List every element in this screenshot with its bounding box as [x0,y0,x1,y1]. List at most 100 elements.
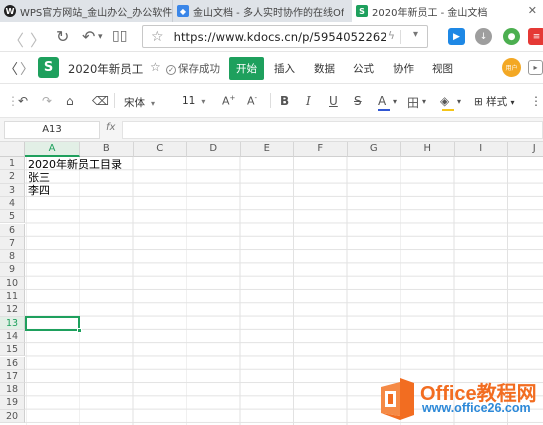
chevron-down-icon[interactable]: ▾ [393,97,397,106]
table-icon: ⊞ [474,96,483,108]
row-header-12[interactable]: 12 [0,303,25,317]
menu-formula[interactable]: 公式 [353,61,374,76]
fill-color-icon[interactable]: ◈ [440,94,449,108]
url-field[interactable]: ☆ https://www.kdocs.cn/p/59540522623?frc… [142,25,428,48]
row-header-18[interactable]: 18 [0,383,25,397]
refresh-icon[interactable]: ↻ [56,27,69,46]
row-header-8[interactable]: 8 [0,250,25,264]
row-header-14[interactable]: 14 [0,329,25,344]
redo-icon[interactable]: ↷ [42,94,52,108]
row-header-4[interactable]: 4 [0,196,25,211]
play-extension-icon[interactable]: ▶ [448,28,465,45]
row-header-11[interactable]: 11 [0,290,25,304]
forward-icon[interactable]: 〉 [30,27,46,51]
menu-data[interactable]: 数据 [314,61,335,76]
menu-home[interactable]: 开始 [229,57,264,80]
column-header-h[interactable]: H [401,142,455,157]
cell-a1[interactable]: 2020年新员工目录 [28,158,122,171]
row-header-10[interactable]: 10 [0,276,25,290]
column-header-g[interactable]: G [347,142,401,157]
row-header-7[interactable]: 7 [0,236,25,251]
strikethrough-icon[interactable]: S [354,94,362,108]
clear-format-icon[interactable]: ⌫ [92,94,109,108]
font-size-select[interactable]: 11 ▾ [182,95,205,107]
row-header-1[interactable]: 1 [0,157,25,171]
close-tab-icon[interactable]: ✕ [528,4,537,17]
menu-view[interactable]: 视图 [432,61,453,76]
font-family-select[interactable]: 宋体 ▾ [124,95,155,110]
reader-icon[interactable]: ▯▯ [112,28,127,44]
row-header-2[interactable]: 2 [0,170,25,184]
undo-icon[interactable]: ↶ [18,94,28,108]
border-icon[interactable]: 田 [407,94,419,111]
menu-extension-icon[interactable]: ≡ [528,28,543,45]
chevron-down-icon: ▾ [510,98,515,107]
column-header-i[interactable]: I [454,142,508,157]
divider [114,93,115,108]
row-header-3[interactable]: 3 [0,183,25,197]
undo-nav-icon[interactable]: ↶ [82,27,95,46]
back-icon[interactable]: 〈 [4,59,18,79]
column-header-j[interactable]: J [508,142,543,157]
lightning-icon[interactable]: ϟ [388,29,395,42]
avatar[interactable]: 用户 [502,58,521,77]
column-header-d[interactable]: D [187,142,241,157]
column-header-f[interactable]: F [294,142,348,157]
kdocs-icon: ◆ [177,5,189,17]
url-dropdown-icon[interactable]: ▾ [413,29,418,40]
chevron-down-icon[interactable]: ▾ [98,32,103,42]
app-header: 〈 〉 S 2020年新员工 ☆ ✓ 保存成功 开始 插入 数据 公式 协作 视图… [0,52,543,84]
column-header-c[interactable]: C [133,142,187,157]
extension-icon[interactable]: ● [503,28,520,45]
row-header-15[interactable]: 15 [0,343,25,357]
bold-icon[interactable]: B [280,94,289,108]
row-header-20[interactable]: 20 [0,409,25,423]
chevron-down-icon[interactable]: ▾ [457,97,461,106]
side-panel-icon[interactable]: ▸ [528,60,543,75]
more-icon[interactable]: ⋮ [530,94,542,108]
chevron-down-icon: ▾ [151,99,156,108]
chevron-down-icon[interactable]: ▾ [422,97,426,106]
back-icon[interactable]: 〈 [8,27,24,51]
row-header-6[interactable]: 6 [0,223,25,237]
browser-tab-wps[interactable]: W WPS官方网站_金山办公_办公软件与 [0,0,172,22]
doc-title[interactable]: 2020年新员工 [68,61,143,77]
browser-address-bar: 〈 〉 ↻ ↶ ▾ ▯▯ ☆ https://www.kdocs.cn/p/59… [0,22,543,52]
fill-handle[interactable] [77,327,82,333]
menu-insert[interactable]: 插入 [274,61,295,76]
menu-collaborate[interactable]: 协作 [393,61,414,76]
cell-style-button[interactable]: ⊞ 样式 ▾ [474,94,515,109]
download-icon[interactable]: ↓ [475,28,492,45]
cell-a2[interactable]: 张三 [28,171,50,184]
app-logo: S [38,57,59,78]
row-header-17[interactable]: 17 [0,369,25,384]
decrease-font-icon[interactable]: A- [247,94,257,108]
cell-a3[interactable]: 李四 [28,184,50,197]
format-painter-icon[interactable]: ⌂ [66,94,74,108]
favorite-star-icon[interactable]: ☆ [150,60,161,74]
italic-icon[interactable]: I [306,94,311,108]
row-header-13[interactable]: 13 [0,316,25,330]
name-box[interactable]: A13 [4,121,100,139]
browser-tab-kdocs[interactable]: ◆ 金山文档 - 多人实时协作的在线Of [172,0,352,22]
underline-icon[interactable]: U [329,94,338,108]
bookmark-star-icon[interactable]: ☆ [151,29,164,45]
font-color-icon[interactable]: A [378,94,386,108]
font-size-value: 11 [182,95,196,107]
row-header-16[interactable]: 16 [0,356,25,370]
url-text: https://www.kdocs.cn/p/59540522623?frc [173,29,386,44]
increase-font-icon[interactable]: A+ [222,94,235,108]
fx-icon[interactable]: fx [106,122,115,133]
active-cell-indicator[interactable] [25,315,82,333]
formula-input[interactable] [122,121,543,139]
browser-tab-active[interactable]: S 2020年新员工 - 金山文档 ✕ [352,0,543,22]
forward-icon[interactable]: 〉 [20,59,34,79]
row-header-9[interactable]: 9 [0,263,25,277]
column-header-a[interactable]: A [25,142,80,157]
select-all-corner[interactable] [0,142,25,157]
row-header-5[interactable]: 5 [0,210,25,224]
divider [400,30,401,44]
row-header-19[interactable]: 19 [0,396,25,410]
column-header-e[interactable]: E [240,142,294,157]
column-header-b[interactable]: B [80,142,134,157]
